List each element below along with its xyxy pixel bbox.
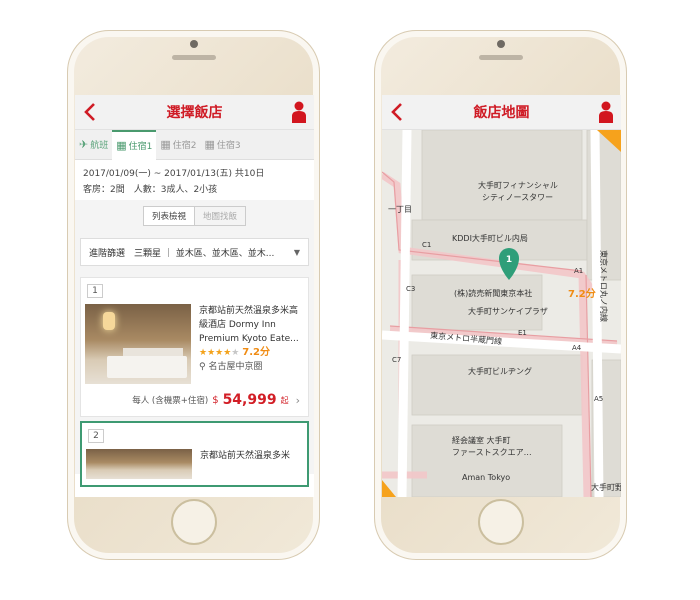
hotel-icon: ▦ [204,138,215,151]
nav-bar: 飯店地圖 [382,95,621,130]
hotel-list: 1 京都站前天然溫泉多米高級酒店 Dormy Inn Premium Kyoto… [75,274,314,487]
hotel-info: 京都站前天然溫泉多米高級酒店 Dormy Inn Premium Kyoto E… [191,304,302,384]
map-label: 大手町野 [591,482,621,492]
back-arrow-icon[interactable] [83,102,97,122]
step-label: 住宿3 [216,141,241,151]
hotel-card-body: 京都站前天然溫泉多米 [82,449,307,485]
hotel-card[interactable]: 1 京都站前天然溫泉多米高級酒店 Dormy Inn Premium Kyoto… [80,277,309,417]
hotel-photo [86,449,192,479]
location-pin-icon: ⚲ [199,362,206,372]
hotel-name: 京都站前天然溫泉多米高級酒店 Dormy Inn Premium Kyoto E… [199,306,299,344]
phone-left: 選擇飯店 ✈ 航班 ▦ 住宿1 ▦ 住宿2 ▦ 住宿3 2017/01/09(一… [67,30,320,560]
hotel-price: 54,999 [222,392,277,408]
map-label: KDDI大手町ビル内局 [452,233,528,243]
hotel-index: 2 [88,429,104,443]
step-flight[interactable]: ✈ 航班 [75,130,112,159]
page-title: 飯店地圖 [473,105,530,121]
hotel-icon: ▦ [116,139,127,152]
screen-hotel-map: 飯店地圖 大手町フィナンシャル シティノースタワー 一丁目 KDDI大手町ビル内… [382,95,621,497]
map-label: 大手町サンケイプラザ [468,306,548,316]
map-label: 一丁目 [388,205,412,214]
hotel-map[interactable]: 大手町フィナンシャル シティノースタワー 一丁目 KDDI大手町ビル内局 (株)… [382,130,621,497]
hotel-info: 京都站前天然溫泉多米 [192,449,290,479]
screen-hotel-list: 選擇飯店 ✈ 航班 ▦ 住宿1 ▦ 住宿2 ▦ 住宿3 2017/01/09(一… [75,95,314,497]
hotel-score: 7.2分 [242,347,270,358]
chevron-right-icon: › [295,393,300,407]
nav-bar: 選擇飯店 [75,95,314,130]
speaker [171,55,216,60]
filter-wrap: 進階篩選 三顆星 ｜ 並木區、並木區、並木... ▼ [75,232,314,274]
hotel-index: 1 [87,284,103,298]
price-label: 每人 (含機票+住宿) [132,396,209,406]
hotel-photo [85,304,191,384]
user-icon[interactable] [291,100,307,124]
map-label: Aman Tokyo [462,473,510,482]
hotel-location: 名古屋中京圈 [208,362,263,372]
map-label: C3 [406,285,415,293]
view-toggle: 列表檢視 地圖找飯 [142,206,247,226]
advanced-filter-dropdown[interactable]: 進階篩選 三顆星 ｜ 並木區、並木區、並木... ▼ [80,238,309,266]
speaker [478,55,523,60]
map-label: 大手町ビルヂング [468,366,532,376]
map-label: 東京メトロ丸ノ内線 [599,250,609,322]
home-button[interactable] [477,499,524,545]
camera [496,40,505,48]
airplane-icon: ✈ [79,138,89,151]
camera [189,40,198,48]
filter-text: 進階篩選 三顆星 ｜ 並木區、並木區、並木... [89,248,275,259]
star-rating-icon: ★★★★★ [199,348,240,358]
map-label: 経会議室 大手町 [452,435,511,445]
step-stay-3[interactable]: ▦ 住宿3 [201,130,245,159]
marker-number: 1 [506,255,512,265]
page-title: 選擇飯店 [166,105,223,121]
map-label: C7 [392,356,401,364]
map-label: シティノースタワー [482,193,553,202]
map-label: A4 [572,344,582,352]
hotel-name: 京都站前天然溫泉多米 [200,451,291,461]
map-label: (株)読売新聞東京本社 [454,288,532,298]
rating-row: ★★★★★ 7.2分 [199,346,302,360]
map-label: E1 [518,329,527,337]
map-view-button[interactable]: 地圖找飯 [194,207,246,225]
map-label: ファーストスクエア… [452,448,532,457]
hotel-card[interactable]: 2 京都站前天然溫泉多米 [80,421,309,487]
price-currency: $ [212,394,219,406]
map-label: A5 [594,395,603,403]
guest-summary: 客房：2間 人數：3成人、2小孩 [83,185,218,195]
map-label: 大手町フィナンシャル [478,180,558,190]
step-stay-2[interactable]: ▦ 住宿2 [156,130,200,159]
list-view-button[interactable]: 列表檢視 [143,207,194,225]
map-label: A1 [574,267,583,275]
date-range: 2017/01/09(一) ~ 2017/01/13(五) 共10日 [83,169,265,179]
step-label: 航班 [90,141,109,151]
step-label: 住宿2 [172,141,197,151]
home-button[interactable] [170,499,217,545]
phone-right: 飯店地圖 大手町フィナンシャル シティノースタワー 一丁目 KDDI大手町ビル内… [374,30,627,560]
step-label: 住宿1 [128,142,153,152]
view-toggle-wrap: 列表檢視 地圖找飯 [75,200,314,232]
user-icon[interactable] [598,100,614,124]
map-label: C1 [422,241,431,249]
trip-info: 2017/01/09(一) ~ 2017/01/13(五) 共10日 客房：2間… [75,160,314,200]
price-row: 每人 (含機票+住宿) $ 54,999 起 › [81,390,308,416]
back-arrow-icon[interactable] [390,102,404,122]
marker-score: 7.2分 [568,287,596,300]
booking-steps: ✈ 航班 ▦ 住宿1 ▦ 住宿2 ▦ 住宿3 [75,129,314,160]
price-unit: 起 [280,395,289,405]
chevron-down-icon: ▼ [293,247,300,257]
step-stay-1[interactable]: ▦ 住宿1 [112,129,157,160]
hotel-icon: ▦ [160,138,171,151]
hotel-card-body: 京都站前天然溫泉多米高級酒店 Dormy Inn Premium Kyoto E… [81,304,308,390]
location-row: ⚲ 名古屋中京圈 [199,360,302,374]
